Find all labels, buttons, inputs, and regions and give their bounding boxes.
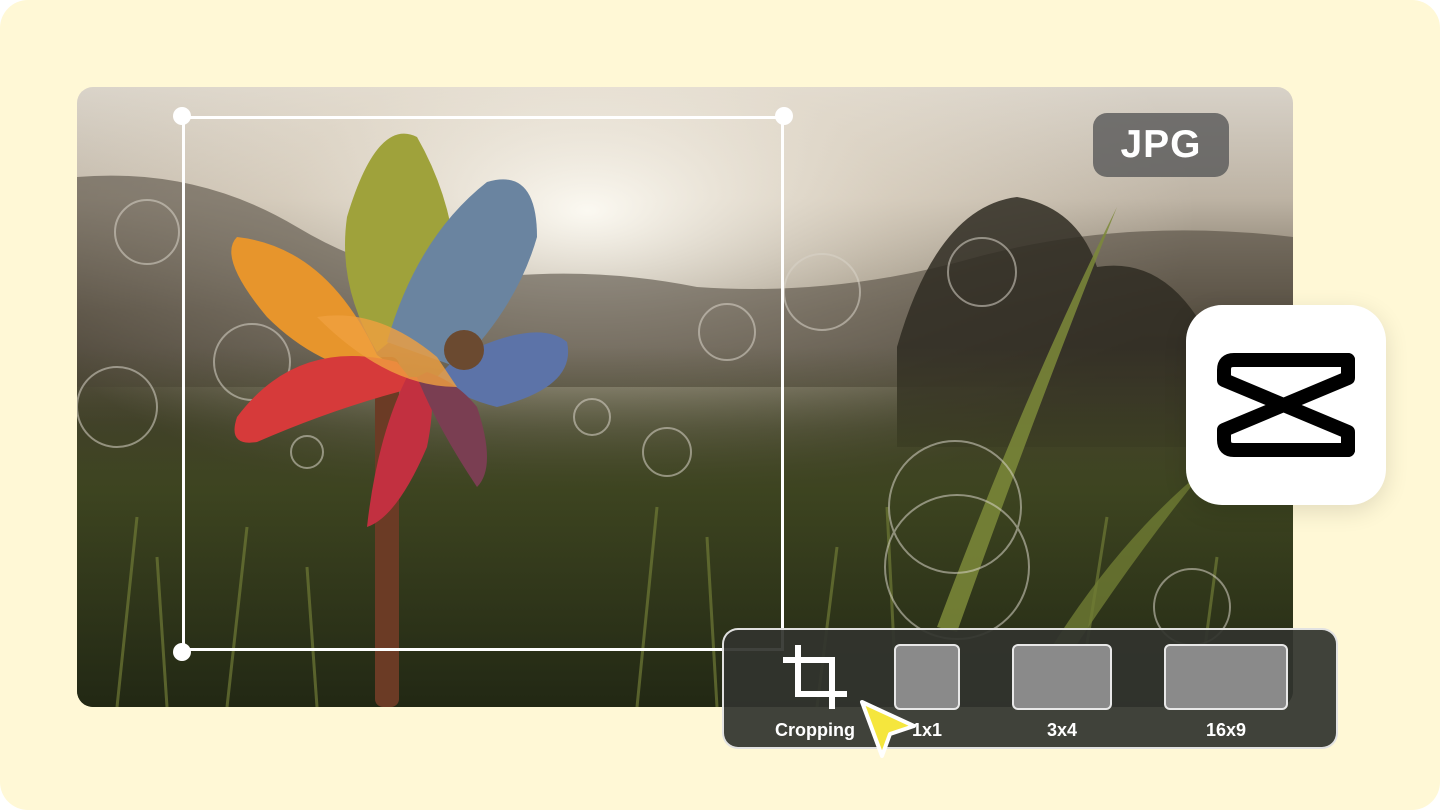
capcut-logo-icon [1217,353,1355,457]
capcut-logo [1186,305,1386,505]
crop-handle-top-left[interactable] [173,107,191,125]
pointer-cursor-icon [860,700,916,758]
crop-selection-frame[interactable] [182,116,784,651]
crop-handle-bottom-left[interactable] [173,643,191,661]
ratio-preview-3x4 [1012,644,1112,710]
ratio-label-16x9: 16x9 [1205,720,1247,740]
ratio-option-3x4[interactable]: 3x4 [1012,644,1112,741]
cropping-label: Cropping [775,720,855,740]
ratio-label-3x4: 3x4 [1046,720,1078,740]
crop-handle-top-right[interactable] [775,107,793,125]
format-badge: JPG [1093,113,1229,177]
ratio-option-16x9[interactable]: 16x9 [1164,644,1288,741]
crop-toolbar: Cropping 1x1 3x4 16x9 [722,628,1338,749]
ratio-preview-16x9 [1164,644,1288,710]
crop-icon [783,645,847,709]
cropping-tool[interactable]: Cropping [770,644,860,741]
